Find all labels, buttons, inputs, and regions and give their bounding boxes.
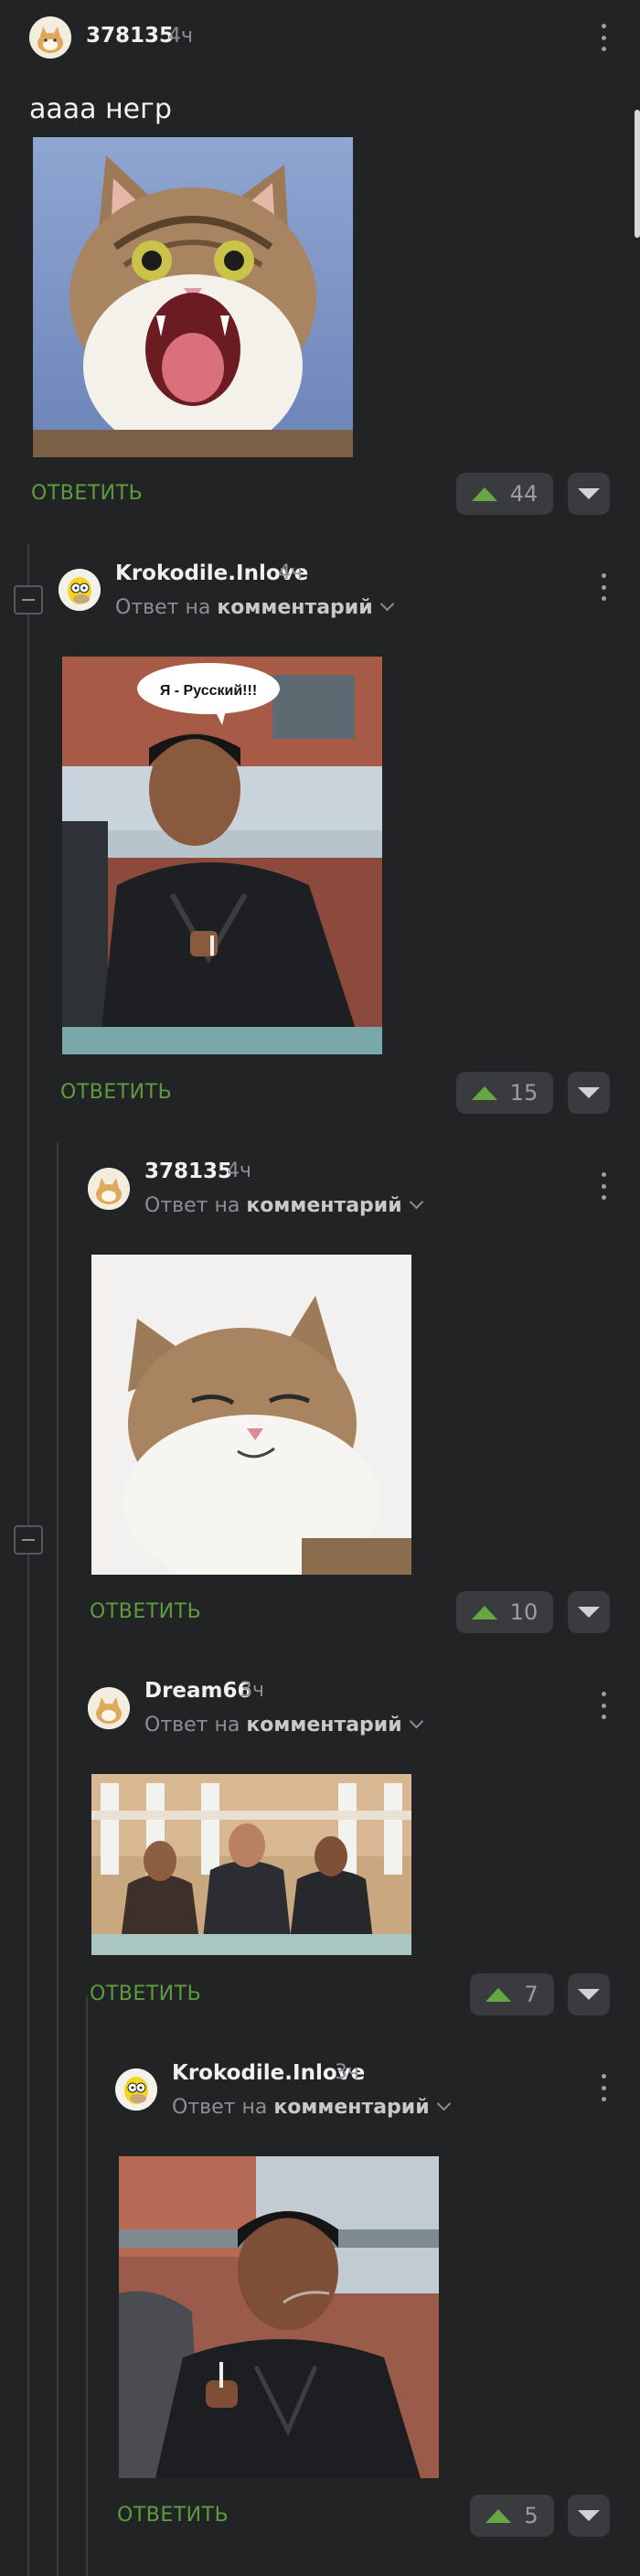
post-author-avatar[interactable]	[29, 16, 71, 59]
comment-upvote-button[interactable]: 15	[456, 1072, 553, 1114]
reply-to-link[interactable]: Ответ на комментарий	[144, 1714, 423, 1737]
post-rating: 44	[509, 481, 539, 507]
screaming-cat-photo[interactable]	[33, 137, 353, 457]
smoking-man-photo[interactable]	[119, 2156, 439, 2478]
comment-downvote-button[interactable]	[568, 1591, 610, 1633]
comment-more-icon[interactable]	[594, 2074, 613, 2101]
reply-to-comment-link[interactable]: комментарий	[246, 1714, 401, 1737]
comment-rating: 5	[524, 2503, 539, 2528]
post-downvote-button[interactable]	[568, 473, 610, 515]
comment-reply-button[interactable]: ОТВЕТИТЬ	[117, 2504, 229, 2527]
post-time: 4ч	[168, 25, 193, 48]
post-reply-button[interactable]: ОТВЕТИТЬ	[31, 482, 143, 505]
comment-time: 3ч	[335, 2061, 359, 2084]
cat-avatar[interactable]	[88, 1687, 130, 1729]
reply-to-prefix: Ответ на	[172, 2096, 268, 2119]
downvote-icon	[578, 1607, 600, 1618]
reply-to-link[interactable]: Ответ на комментарий	[172, 2096, 451, 2119]
comment-more-icon[interactable]	[594, 1172, 613, 1200]
chevron-down-icon	[409, 1194, 423, 1210]
thread-line-level2[interactable]	[57, 1143, 59, 2576]
chevron-down-icon	[436, 2096, 451, 2111]
downvote-icon	[578, 2510, 600, 2521]
cat-avatar[interactable]	[88, 1168, 130, 1210]
russian-man-meme-photo[interactable]: Я - Русский!!!	[62, 657, 382, 1054]
comment-time: 4ч	[227, 1160, 251, 1182]
meme-caption: Я - Русский!!!	[160, 683, 257, 699]
comment-rating: 15	[509, 1080, 539, 1106]
comment-downvote-button[interactable]	[568, 1072, 610, 1114]
comment-reply-button[interactable]: ОТВЕТИТЬ	[60, 1081, 172, 1104]
post-text: аааа негр	[29, 93, 172, 125]
thread-line-level3[interactable]	[86, 1996, 88, 2576]
reply-to-comment-link[interactable]: комментарий	[217, 596, 372, 619]
downvote-icon	[578, 1989, 600, 2000]
post-more-icon[interactable]	[594, 24, 613, 51]
downvote-icon	[578, 1087, 600, 1098]
reply-to-comment-link[interactable]: комментарий	[246, 1194, 401, 1217]
upvote-icon	[471, 1605, 497, 1619]
upvote-icon	[485, 1987, 512, 2002]
reply-to-prefix: Ответ на	[144, 1194, 240, 1217]
smug-cat-photo[interactable]	[91, 1255, 411, 1575]
upvote-icon	[471, 1085, 497, 1100]
chevron-down-icon	[409, 1714, 423, 1729]
comment-author-name[interactable]: 378135	[144, 1160, 232, 1183]
page-scrollbar[interactable]	[635, 110, 640, 238]
chevron-down-icon	[379, 596, 394, 612]
comment-downvote-button[interactable]	[568, 2495, 610, 2537]
comment-reply-button[interactable]: ОТВЕТИТЬ	[90, 1983, 201, 2005]
reply-to-prefix: Ответ на	[144, 1714, 240, 1737]
reply-to-link[interactable]: Ответ на комментарий	[115, 596, 394, 619]
comment-more-icon[interactable]	[594, 573, 613, 601]
comment-downvote-button[interactable]	[568, 1973, 610, 2015]
comment-more-icon[interactable]	[594, 1692, 613, 1719]
post-author-name[interactable]: 378135	[86, 24, 174, 48]
comment-author-name[interactable]: Dream66	[144, 1679, 252, 1703]
thread-line-level1[interactable]	[27, 544, 29, 2576]
homer-simpson-avatar[interactable]	[115, 2068, 157, 2111]
comment-rating: 10	[509, 1599, 539, 1625]
upvote-icon	[485, 2508, 512, 2523]
comment-reply-button[interactable]: ОТВЕТИТЬ	[90, 1600, 201, 1623]
reply-to-comment-link[interactable]: комментарий	[273, 2096, 429, 2119]
three-men-photo[interactable]	[91, 1774, 411, 1955]
upvote-icon	[471, 486, 497, 501]
reply-to-link[interactable]: Ответ на комментарий	[144, 1194, 423, 1217]
collapse-thread-button[interactable]	[14, 1525, 43, 1555]
downvote-icon	[578, 488, 600, 499]
comment-time: 3ч	[240, 1679, 264, 1702]
comment-upvote-button[interactable]: 7	[470, 1973, 554, 2015]
comment-upvote-button[interactable]: 5	[470, 2495, 554, 2537]
reply-to-prefix: Ответ на	[115, 596, 211, 619]
collapse-thread-button[interactable]	[14, 585, 43, 615]
comment-time: 4ч	[278, 561, 303, 584]
comment-rating: 7	[524, 1982, 539, 2007]
homer-simpson-avatar[interactable]	[59, 569, 101, 611]
post-upvote-button[interactable]: 44	[456, 473, 553, 515]
comment-upvote-button[interactable]: 10	[456, 1591, 553, 1633]
